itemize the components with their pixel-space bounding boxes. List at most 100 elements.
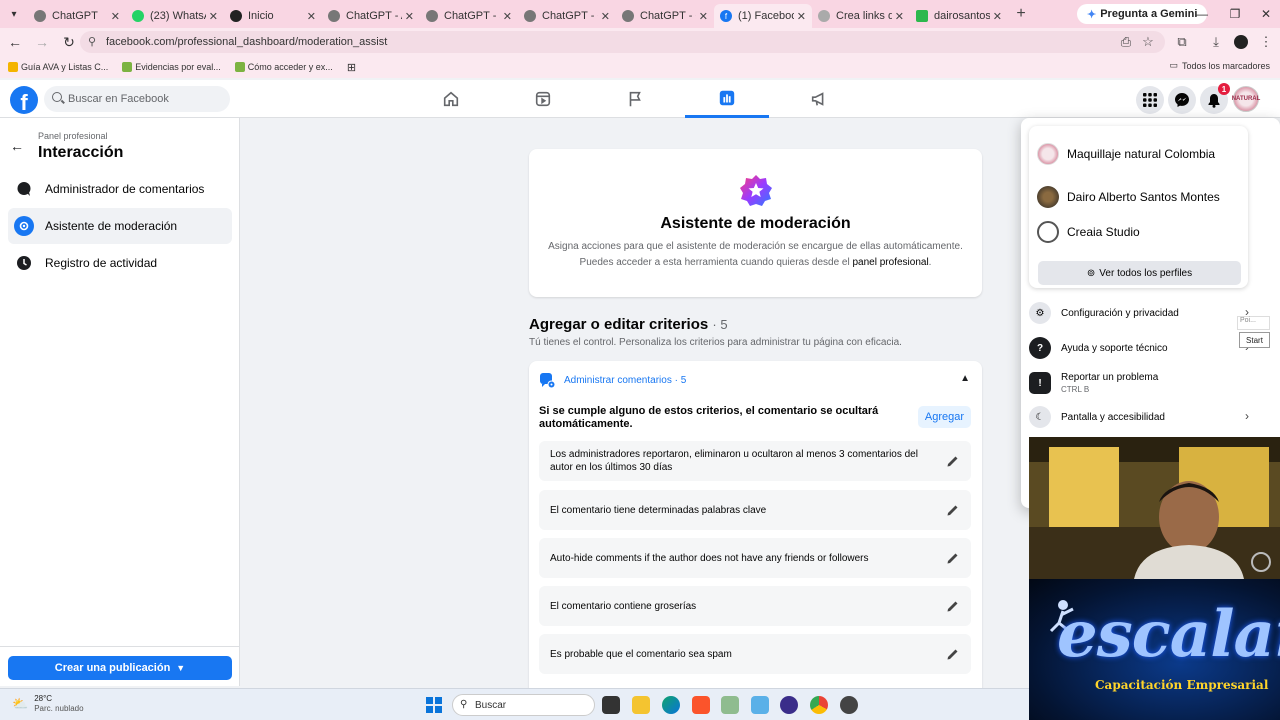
close-tab-icon[interactable]: ✕ xyxy=(601,10,610,23)
menu-grid-icon[interactable] xyxy=(1136,86,1164,114)
browser-tab[interactable]: dairosantos St✕ xyxy=(910,4,1008,28)
criteria-row[interactable]: Auto-hide comments if the author does no… xyxy=(539,538,971,578)
nav-ads-megaphone-icon[interactable] xyxy=(777,80,861,118)
see-all-profiles-button[interactable]: ⊚ Ver todos los perfiles xyxy=(1038,261,1241,285)
sidebar-item-comment-manager[interactable]: Administrador de comentarios xyxy=(8,171,232,207)
breadcrumb[interactable]: Panel profesional xyxy=(38,131,108,141)
back-button[interactable]: ← xyxy=(3,30,27,54)
criteria-row[interactable]: Los administradores reportaron, eliminar… xyxy=(539,441,971,481)
close-tab-icon[interactable]: ✕ xyxy=(993,10,1002,23)
facebook-logo[interactable]: f xyxy=(10,86,38,114)
chevron-up-icon[interactable]: ▲ xyxy=(960,373,970,384)
browser-tab[interactable]: Crea links de W✕ xyxy=(812,4,910,28)
windows-start-icon[interactable] xyxy=(426,697,442,713)
app-window-icon[interactable] xyxy=(751,696,769,714)
criteria-row[interactable]: El comentario tiene determinadas palabra… xyxy=(539,490,971,530)
browser-tab[interactable]: Inicio ✕ xyxy=(224,4,322,28)
professional-dashboard-link[interactable]: panel profesional xyxy=(853,257,929,268)
tab-search-chevron-icon[interactable]: ▾ xyxy=(0,0,28,28)
browser-tab[interactable]: ChatGPT - Ani✕ xyxy=(322,4,420,28)
gemini-label: Pregunta a Gemini xyxy=(1100,8,1198,20)
task-view-icon[interactable] xyxy=(602,696,620,714)
browser-menu-icon[interactable]: ⋮ xyxy=(1254,28,1278,56)
edit-pencil-icon[interactable] xyxy=(945,502,961,518)
close-tab-icon[interactable]: ✕ xyxy=(405,10,414,23)
tab-label: (1) Facebook xyxy=(738,10,794,22)
file-explorer-icon[interactable] xyxy=(632,696,650,714)
edit-pencil-icon[interactable] xyxy=(945,550,961,566)
close-tab-icon[interactable]: ✕ xyxy=(699,10,708,23)
tab-favicon-icon xyxy=(622,10,634,22)
install-app-icon[interactable]: ⎙ xyxy=(1114,28,1138,56)
nav-dashboard-icon[interactable] xyxy=(685,80,769,118)
taskbar-search-input[interactable]: ⚲ Buscar xyxy=(452,694,595,716)
profile-avatar-icon[interactable] xyxy=(1229,28,1253,56)
edit-pencil-icon[interactable] xyxy=(945,598,961,614)
browser-tab[interactable]: ChatGPT - Seg✕ xyxy=(420,4,518,28)
bookmark-item[interactable]: Guía AVA y Listas C... xyxy=(8,62,108,72)
nav-home-icon[interactable] xyxy=(409,80,493,118)
criteria-header[interactable]: Administrar comentarios · 5 xyxy=(539,372,686,389)
extensions-icon[interactable]: ⧉ xyxy=(1170,28,1194,56)
nav-pages-flag-icon[interactable] xyxy=(593,80,677,118)
app-icon[interactable] xyxy=(840,696,858,714)
site-info-icon[interactable]: ⚲ xyxy=(88,35,96,48)
menu-item-settings[interactable]: ⚙ Configuración y privacidad › xyxy=(1029,296,1249,330)
chrome-icon[interactable] xyxy=(810,696,828,714)
obs-icon[interactable] xyxy=(780,696,798,714)
brave-browser-icon[interactable] xyxy=(692,696,710,714)
close-tab-icon[interactable]: ✕ xyxy=(503,10,512,23)
tab-label: Crea links de W xyxy=(836,10,892,22)
back-arrow-icon[interactable]: ← xyxy=(10,138,24,154)
download-icon[interactable]: ⤓ xyxy=(1204,28,1228,56)
tab-label: ChatGPT xyxy=(52,10,98,22)
minimize-button[interactable]: — xyxy=(1185,0,1219,28)
create-post-button[interactable]: Crear una publicación ▼ xyxy=(8,656,232,680)
browser-tab[interactable]: ChatGPT - Cre✕ xyxy=(616,4,714,28)
profile-item[interactable]: Maquillaje natural Colombia xyxy=(1037,140,1215,168)
close-tab-icon[interactable]: ✕ xyxy=(797,10,806,23)
profile-avatar xyxy=(1037,221,1059,243)
edge-browser-icon[interactable] xyxy=(662,696,680,714)
facebook-search-input[interactable]: Buscar en Facebook xyxy=(44,86,230,112)
close-tab-icon[interactable]: ✕ xyxy=(209,10,218,23)
forward-button[interactable]: → xyxy=(30,30,54,54)
messenger-icon[interactable] xyxy=(1168,86,1196,114)
bookmark-star-icon[interactable]: ☆ xyxy=(1136,28,1160,56)
account-avatar[interactable]: NATURAL xyxy=(1232,86,1260,112)
app-icon[interactable] xyxy=(721,696,739,714)
close-window-button[interactable]: ✕ xyxy=(1249,0,1280,28)
profile-avatar xyxy=(1037,186,1059,208)
all-bookmarks-folder[interactable]: ▭ Todos los marcadores xyxy=(1169,60,1270,71)
add-criteria-button[interactable]: Agregar xyxy=(918,406,971,428)
weather-widget[interactable]: ⛅ 28°C Parc. nublado xyxy=(12,694,84,714)
bookmark-item[interactable]: Cómo acceder y ex... xyxy=(234,62,333,72)
browser-tab[interactable]: ChatGPT - Can✕ xyxy=(518,4,616,28)
criteria-row[interactable]: Es probable que el comentario sea spam xyxy=(539,634,971,674)
menu-item-display[interactable]: ☾ Pantalla y accesibilidad › xyxy=(1029,400,1249,434)
sidebar-item-activity-log[interactable]: Registro de actividad xyxy=(8,245,232,281)
browser-tab-active[interactable]: f (1) Facebook✕ xyxy=(714,4,812,28)
menu-item-help[interactable]: ?Ayuda y soporte técnico› xyxy=(1029,331,1249,365)
reload-button[interactable]: ↻ xyxy=(57,30,81,54)
close-tab-icon[interactable]: ✕ xyxy=(111,10,120,23)
sidebar-item-moderation-assistant[interactable]: Asistente de moderación xyxy=(8,208,232,244)
maximize-button[interactable]: ❐ xyxy=(1218,0,1252,28)
nav-video-icon[interactable] xyxy=(501,80,585,118)
edit-pencil-icon[interactable] xyxy=(945,646,961,662)
profile-item[interactable]: Dairo Alberto Santos Montes xyxy=(1037,183,1220,211)
bookmark-item[interactable]: Evidencias por eval... xyxy=(122,62,221,72)
manage-comments-icon xyxy=(540,373,556,389)
close-tab-icon[interactable]: ✕ xyxy=(307,10,316,23)
close-tab-icon[interactable]: ✕ xyxy=(895,10,904,23)
browser-tab[interactable]: ChatGPT ✕ xyxy=(28,4,126,28)
card-description-end: . xyxy=(928,257,932,268)
bookmark-apps-icon[interactable]: ⊞ xyxy=(347,61,356,74)
criteria-row[interactable]: El comentario contiene groserías xyxy=(539,586,971,626)
menu-item-report-problem[interactable]: ! Reportar un problema CTRL B xyxy=(1029,366,1249,400)
profile-item[interactable]: Creaia Studio xyxy=(1037,218,1140,246)
url-input[interactable]: ⚲ facebook.com/professional_dashboard/mod… xyxy=(80,31,1165,53)
edit-pencil-icon[interactable] xyxy=(945,453,961,469)
new-tab-button[interactable]: + xyxy=(1008,5,1034,23)
browser-tab[interactable]: (23) WhatsApp✕ xyxy=(126,4,224,28)
